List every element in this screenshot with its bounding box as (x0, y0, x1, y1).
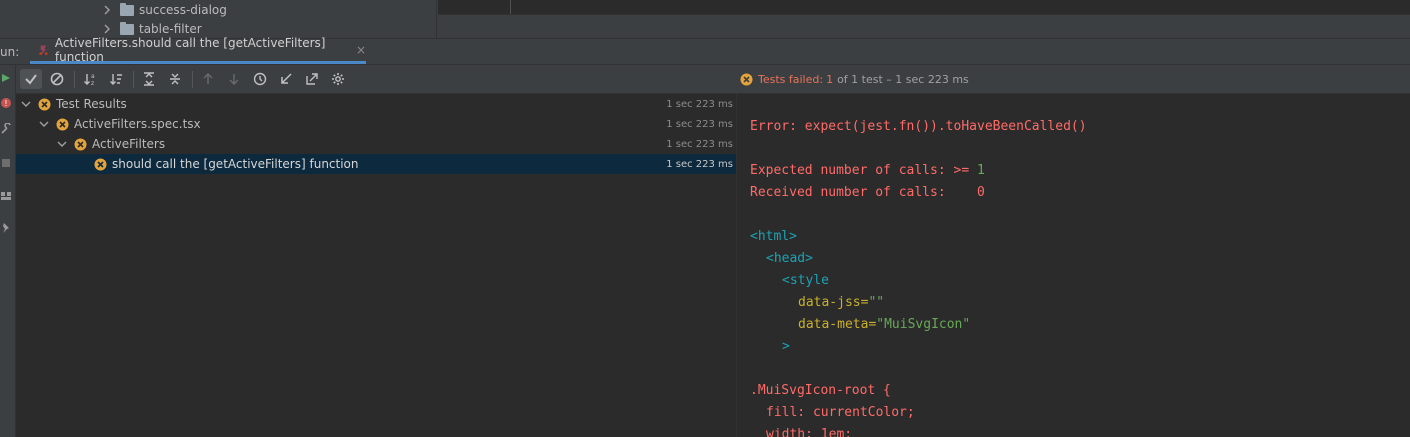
folder-label: table-filter (139, 22, 202, 36)
attr-value: "" (868, 295, 885, 310)
test-failed-icon (38, 98, 51, 110)
project-tree-panel: success-dialog table-filter (0, 0, 437, 38)
tree-row-suite[interactable]: ActiveFilters 1 sec 223 ms (16, 134, 736, 154)
stop-icon[interactable] (0, 156, 12, 170)
svg-text:!: ! (4, 99, 7, 108)
run-tab-title: ActiveFilters.should call the [getActive… (54, 36, 326, 64)
console-line-style-open: <style (782, 273, 829, 288)
tree-row-duration: 1 sec 223 ms (666, 118, 733, 130)
settings-icon[interactable] (327, 69, 349, 89)
attr-value: "MuiSvgIcon" (876, 317, 971, 332)
import-tests-icon[interactable] (275, 69, 297, 89)
error-fn: jest.fn() (859, 119, 931, 134)
run-left-toolbar: ! (0, 65, 16, 437)
console-line-css-fill: fill: currentColor; (766, 405, 915, 420)
test-runner-toolbar: az (16, 65, 737, 94)
tests-failed-count: 1 (826, 72, 834, 86)
expected-label: Expected number of calls: >= (750, 163, 977, 178)
chevron-down-icon[interactable] (38, 118, 50, 130)
folder-success-dialog[interactable]: success-dialog (100, 0, 227, 20)
folder-icon (120, 2, 134, 16)
chevron-right-icon[interactable] (100, 22, 114, 36)
console-line-expected: Expected number of calls: >= 1 (750, 160, 985, 182)
sort-alphabetically-icon[interactable]: az (79, 69, 101, 89)
folder-label: success-dialog (139, 3, 227, 17)
tree-row-label: Test Results (56, 97, 127, 111)
tree-row-label: ActiveFilters.spec.tsx (74, 117, 201, 131)
console-output[interactable]: Error: expect(jest.fn()).toHaveBeenCalle… (737, 94, 1410, 437)
show-ignored-icon[interactable] (46, 69, 68, 89)
previous-failed-icon[interactable] (197, 69, 219, 89)
history-icon[interactable] (249, 69, 271, 89)
console-line-head-open: <head> (766, 251, 813, 266)
run-label: un: (0, 45, 20, 59)
tests-failed-label: Tests failed: (758, 72, 824, 86)
collapse-all-icon[interactable] (164, 69, 186, 89)
console-line-received: Received number of calls: 0 (750, 182, 985, 204)
chevron-down-icon[interactable] (56, 138, 68, 150)
received-label: Received number of calls: (750, 185, 977, 200)
console-line-css-width: width: 1em; (766, 427, 853, 437)
pin-icon[interactable] (0, 221, 12, 235)
tree-row-duration: 1 sec 223 ms (666, 138, 733, 150)
console-line-attr1: data-jss="" (798, 292, 884, 314)
editor-strip (438, 0, 1410, 15)
divider (133, 71, 134, 88)
tree-row-spec-file[interactable]: ActiveFilters.spec.tsx 1 sec 223 ms (16, 114, 736, 134)
tree-row-duration: 1 sec 223 ms (666, 158, 733, 170)
console-line-tag-close: > (782, 339, 790, 354)
console-line-error: Error: expect(jest.fn()).toHaveBeenCalle… (750, 116, 1087, 138)
sort-by-duration-icon[interactable] (105, 69, 127, 89)
expected-value: 1 (976, 163, 985, 178)
test-failed-icon (74, 138, 87, 150)
rerun-failed-icon[interactable]: ! (0, 96, 12, 110)
test-failed-icon (740, 73, 753, 85)
console-line-css-selector: .MuiSvgIcon-root { (750, 383, 891, 398)
tests-summary: of 1 test – 1 sec 223 ms (837, 72, 969, 86)
wrench-icon[interactable] (0, 122, 12, 136)
run-tab[interactable]: ActiveFilters.should call the [getActive… (30, 36, 366, 64)
jest-icon (39, 45, 48, 55)
chevron-right-icon[interactable] (100, 3, 114, 17)
folder-icon (120, 21, 134, 35)
received-value: 0 (976, 185, 985, 200)
test-failed-icon (56, 118, 69, 130)
test-failed-icon (94, 158, 107, 170)
close-icon[interactable]: × (356, 43, 366, 57)
error-suffix: ).toHaveBeenCalled() (930, 119, 1087, 134)
divider (192, 71, 193, 88)
test-status-bar: Tests failed: 1 of 1 test – 1 sec 223 ms (737, 65, 1410, 94)
export-tests-icon[interactable] (301, 69, 323, 89)
tree-row-test-case[interactable]: should call the [getActiveFilters] funct… (16, 154, 736, 174)
rerun-icon[interactable] (0, 71, 12, 85)
console-line-attr2: data-meta="MuiSvgIcon" (798, 314, 970, 336)
svg-text:a: a (91, 73, 95, 80)
expand-all-icon[interactable] (138, 69, 160, 89)
error-prefix: Error: expect( (750, 119, 860, 134)
tree-row-label: should call the [getActiveFilters] funct… (112, 157, 359, 171)
layout-icon[interactable] (0, 189, 12, 203)
attr-name: data-jss= (798, 295, 869, 310)
show-passed-icon[interactable] (20, 69, 42, 89)
chevron-down-icon[interactable] (20, 98, 32, 110)
tree-row-test-results[interactable]: Test Results 1 sec 223 ms (16, 94, 736, 114)
run-tab-bar: un: ActiveFilters.should call the [getAc… (0, 36, 1410, 65)
tree-row-label: ActiveFilters (92, 137, 166, 151)
divider (74, 71, 75, 88)
tree-row-duration: 1 sec 223 ms (666, 98, 733, 110)
test-results-tree: Test Results 1 sec 223 ms ActiveFilters.… (16, 94, 737, 437)
editor-area (438, 15, 1410, 38)
attr-name: data-meta= (798, 317, 877, 332)
console-line-html-open: <html> (750, 229, 797, 244)
next-failed-icon[interactable] (223, 69, 245, 89)
svg-text:z: z (91, 80, 94, 86)
divider (510, 0, 511, 14)
